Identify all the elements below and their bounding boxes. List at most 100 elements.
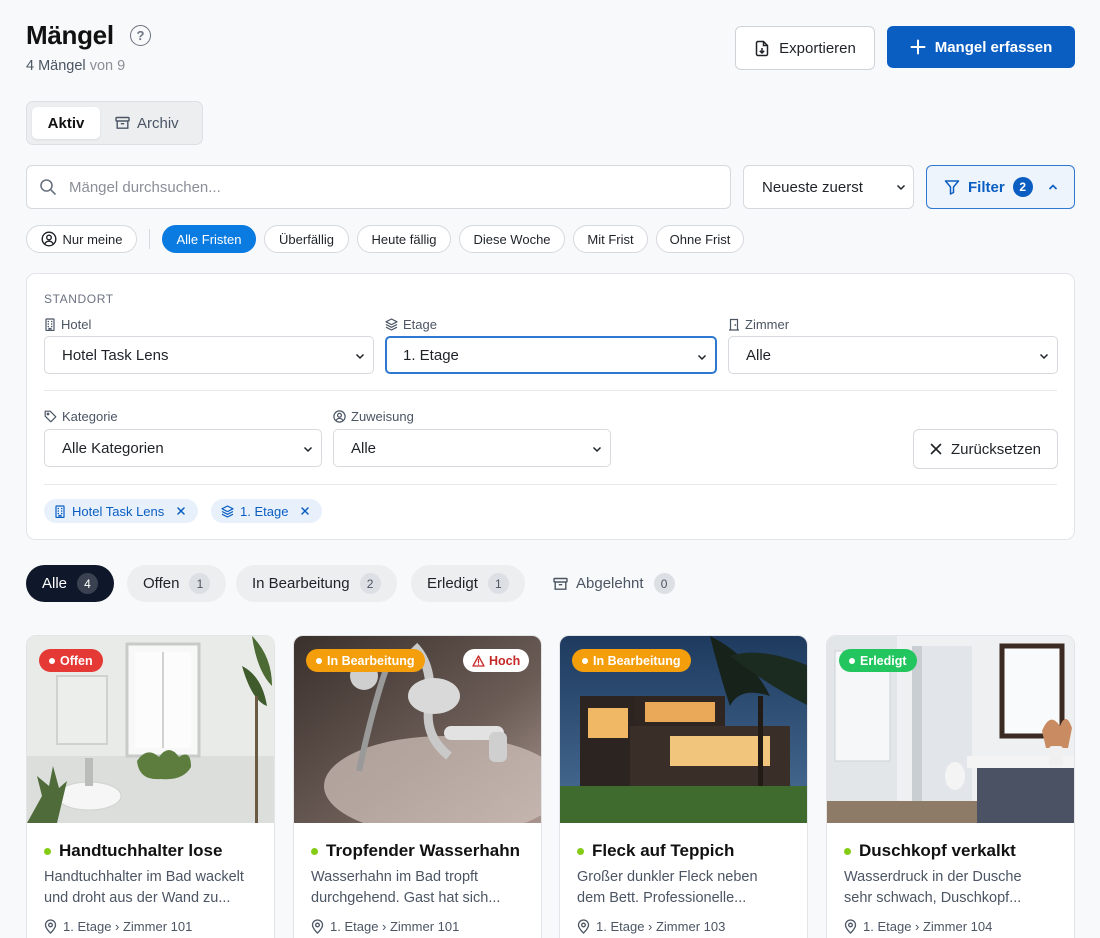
filter-label: Filter [968,178,1005,196]
archive-icon [553,577,568,590]
status-tab-open[interactable]: Offen 1 [127,565,227,602]
chevron-up-icon [1048,184,1057,190]
chevron-down-icon [355,353,365,360]
help-icon[interactable]: ? [130,25,151,46]
only-mine-chip[interactable]: Nur meine [26,225,137,253]
status-tab-in-progress[interactable]: In Bearbeitung 2 [236,565,397,602]
hotel-label: Hotel [44,317,91,332]
priority-dot [844,847,851,855]
priority-dot [577,847,584,855]
status-tab-label: Erledigt [427,575,478,592]
export-button[interactable]: Exportieren [735,26,875,70]
floor-select[interactable]: 1. Etage [385,336,717,374]
panel-divider [44,390,1057,391]
defect-card[interactable]: In Bearbeitung Fleck auf Teppich Großer … [559,635,808,938]
chip-with-deadline[interactable]: Mit Frist [573,225,648,253]
status-dot [316,657,322,664]
create-defect-label: Mangel erfassen [934,38,1053,56]
defect-title-text: Handtuchhalter lose [59,841,223,860]
user-circle-icon [333,410,346,423]
priority-badge: Hoch [463,649,530,672]
category-label: Kategorie [44,409,118,424]
active-filter-tag-label: Hotel Task Lens [72,503,165,519]
defect-card[interactable]: In Bearbeitung Hoch Tropfender Wasserhah… [293,635,542,938]
defect-title-text: Fleck auf Teppich [592,841,735,860]
chip-without-deadline[interactable]: Ohne Frist [656,225,744,253]
assignment-label: Zuweisung [333,409,414,424]
map-pin-icon [577,919,590,934]
result-count: 4 Mängel von 9 [26,58,125,74]
defect-description-line: Wasserhahn im Bad tropft [311,869,479,885]
result-count-value: 4 Mängel [26,58,86,74]
sort-select[interactable]: Neueste zuerst [743,165,914,209]
map-pin-icon [44,919,57,934]
page-title: Mängel [26,20,114,50]
tab-archive[interactable]: Archiv [115,107,179,139]
priority-badge-label: Hoch [489,653,521,668]
defect-location: 1. Etage › Zimmer 101 [311,919,459,934]
hotel-label-text: Hotel [61,317,92,332]
category-select[interactable]: Alle Kategorien [44,429,322,467]
defect-location-text: 1. Etage › Zimmer 101 [330,919,460,934]
user-circle-icon [41,231,57,247]
create-defect-button[interactable]: Mangel erfassen [887,26,1075,68]
assignment-select[interactable]: Alle [333,429,611,467]
assignment-label-text: Zuweisung [351,409,414,424]
search-box [26,165,731,209]
status-tab-done[interactable]: Erledigt 1 [411,565,525,602]
status-badge: In Bearbeitung [572,649,691,672]
defect-title-text: Tropfender Wasserhahn [326,841,520,860]
defect-title-text: Duschkopf verkalkt [859,841,1016,860]
status-tab-count: 1 [189,573,211,594]
filter-panel: STANDORT Hotel Hotel Task Lens Etage 1. … [26,273,1075,540]
remove-tag-close-icon[interactable] [298,504,312,518]
status-badge: In Bearbeitung [306,649,425,672]
status-tab-rejected[interactable]: Abgelehnt 0 [537,565,691,602]
tab-archive-label: Archiv [137,114,179,132]
room-select[interactable]: Alle [728,336,1058,374]
chevron-down-icon [1039,353,1049,360]
search-input[interactable] [69,166,719,208]
hotel-select[interactable]: Hotel Task Lens [44,336,374,374]
file-export-icon [755,40,769,56]
defect-description: Handtuchhalter im Bad wackelt und droht … [44,867,266,909]
archive-icon [115,116,130,129]
status-badge: Erledigt [839,649,917,672]
section-location-label: STANDORT [44,292,114,306]
chip-all-deadlines[interactable]: Alle Fristen [162,225,256,253]
layers-icon [221,504,234,518]
chip-divider [149,229,150,249]
chip-overdue[interactable]: Überfällig [264,225,349,253]
defect-card[interactable]: Offen Handtuchhalter lose Handtuchhalter… [26,635,275,938]
only-mine-label: Nur meine [62,231,123,247]
status-tab-count: 2 [359,573,381,594]
status-badge-label: In Bearbeitung [593,653,681,668]
filter-funnel-icon [944,180,960,195]
chevron-down-icon [896,184,906,191]
defect-title: Handtuchhalter lose [44,841,222,861]
view-toggle: Aktiv Archiv [26,101,203,145]
defect-card[interactable]: Erledigt Duschkopf verkalkt Wasserdruck … [826,635,1075,938]
defect-description: Wasserdruck in der Dusche sehr schwach, … [844,867,1066,909]
chevron-down-icon [303,446,313,453]
floor-label: Etage [385,317,437,332]
chevron-down-icon [697,354,707,361]
room-select-value: Alle [746,346,772,364]
sort-value: Neueste zuerst [762,178,863,196]
chip-this-week[interactable]: Diese Woche [459,225,565,253]
search-icon [40,179,56,195]
tab-active[interactable]: Aktiv [32,107,100,139]
chip-due-today[interactable]: Heute fällig [357,225,451,253]
warning-triangle-icon [472,654,485,667]
status-dot [582,657,588,664]
building-icon [55,504,65,518]
reset-filters-button[interactable]: Zurücksetzen [913,429,1058,469]
remove-tag-close-icon[interactable] [174,504,188,518]
status-tab-all[interactable]: Alle 4 [26,565,115,602]
defect-description-line: Wasserdruck in der Dusche [844,869,1022,885]
filter-toggle-button[interactable]: Filter 2 [926,165,1075,209]
result-total: von 9 [89,58,126,74]
panel-divider [44,484,1057,485]
map-pin-icon [311,919,324,934]
floor-label-text: Etage [403,317,437,332]
